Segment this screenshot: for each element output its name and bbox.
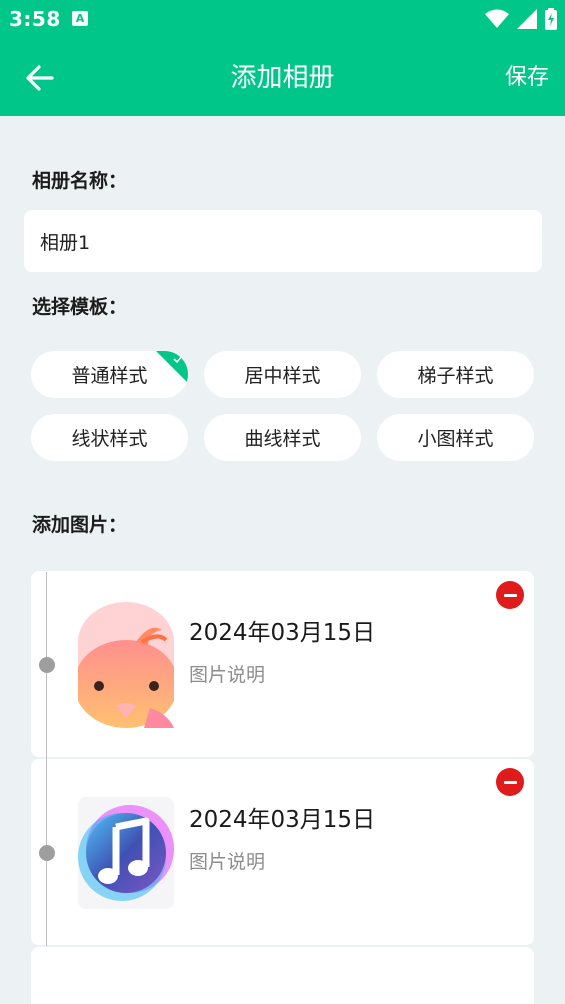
remove-photo-button[interactable] [496, 768, 524, 796]
template-label: 选择模板： [32, 296, 128, 318]
album-name-label: 相册名称： [32, 170, 128, 192]
template-option-label: 普通样式 [71, 365, 148, 387]
photo-thumbnail[interactable] [78, 797, 174, 909]
signal-icon [517, 9, 537, 29]
music-note-icon [78, 805, 174, 901]
minus-icon [503, 593, 517, 597]
remove-photo-button[interactable] [496, 581, 524, 609]
photo-date: 2024年03月15日 [189, 620, 376, 646]
template-option-small-image[interactable]: 小图样式 [377, 414, 534, 461]
photo-caption[interactable]: 图片说明 [189, 847, 265, 874]
timeline-dot [39, 845, 55, 861]
template-option-normal[interactable]: 普通样式 [31, 351, 188, 398]
page-title: 添加相册 [230, 63, 335, 93]
minus-icon [503, 780, 517, 784]
template-option-center[interactable]: 居中样式 [204, 351, 361, 398]
album-name-input[interactable] [24, 210, 542, 272]
timeline-line [46, 572, 47, 946]
photo-caption[interactable]: 图片说明 [189, 660, 265, 687]
photo-date: 2024年03月15日 [189, 807, 376, 833]
photo-thumbnail[interactable] [78, 602, 174, 728]
status-time: 3:58 [9, 7, 61, 31]
peach-face-icon [78, 602, 174, 728]
app-header: 3:58 A 添加相册 保存 [0, 0, 565, 116]
template-option-label: 梯子样式 [417, 365, 494, 387]
template-option-label: 曲线样式 [244, 428, 321, 450]
battery-icon [545, 8, 557, 30]
photo-item-card[interactable] [31, 947, 534, 1004]
template-option-label: 线状样式 [71, 428, 148, 450]
add-photos-label: 添加图片： [32, 514, 128, 536]
template-option-label: 小图样式 [417, 428, 494, 450]
template-option-line[interactable]: 线状样式 [31, 414, 188, 461]
template-option-curve[interactable]: 曲线样式 [204, 414, 361, 461]
timeline-dot [39, 657, 55, 673]
save-button[interactable]: 保存 [505, 62, 549, 94]
template-option-label: 居中样式 [244, 365, 321, 387]
checkmark-icon [173, 355, 183, 364]
template-option-ladder[interactable]: 梯子样式 [377, 351, 534, 398]
notification-a-icon: A [72, 11, 88, 26]
status-icons [485, 8, 557, 30]
wifi-icon [485, 9, 509, 28]
